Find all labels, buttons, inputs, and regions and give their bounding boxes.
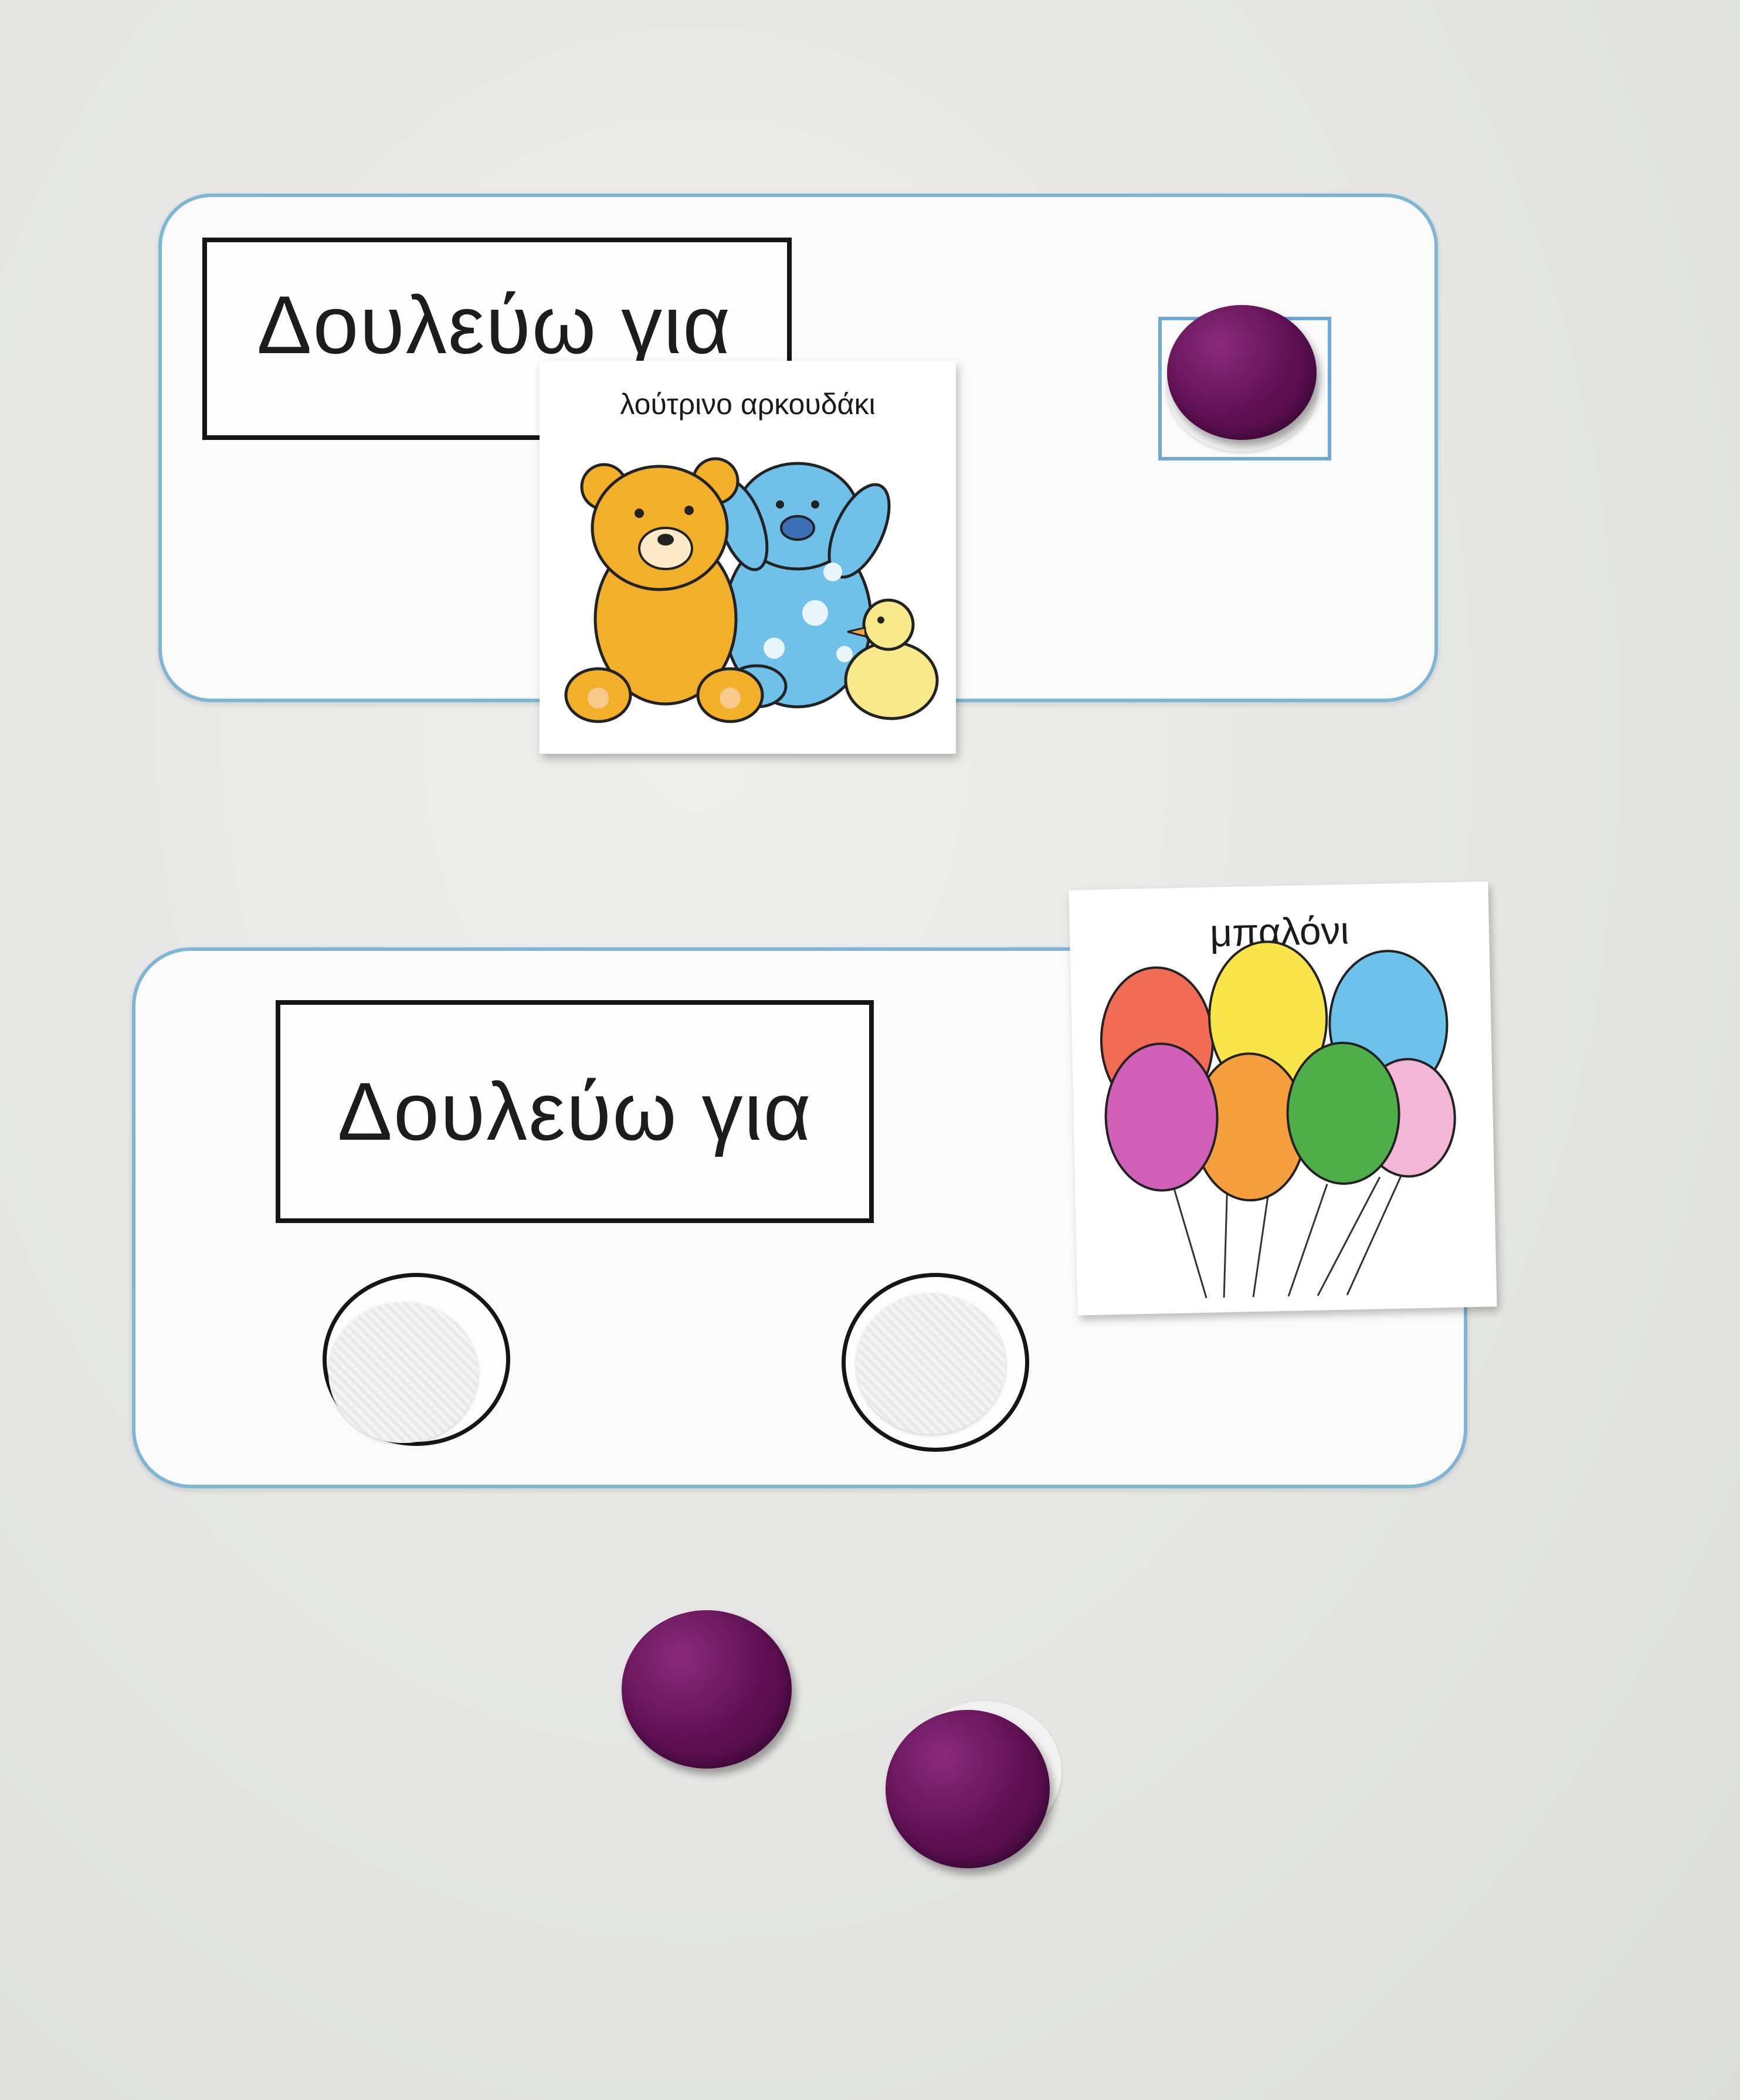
bottom-board-label: Δουλεύω για [337, 1065, 812, 1157]
velcro-dot-1 [328, 1302, 478, 1443]
balloons-icon [1100, 940, 1456, 1299]
loose-token-2[interactable] [886, 1710, 1050, 1868]
bottom-board-label-box: Δουλεύω για [276, 1000, 874, 1223]
top-board-token[interactable] [1167, 305, 1317, 440]
teddy-bear-icon [564, 457, 939, 723]
photo-scene: Δουλεύω για λούτρινο αρκουδάκι Δουλεύω γ… [0, 0, 1740, 2100]
reward-card-balloon[interactable]: μπαλόνι [1069, 881, 1497, 1316]
velcro-dot-2 [856, 1293, 1006, 1434]
loose-token-1[interactable] [622, 1610, 792, 1769]
reward-card-teddy[interactable]: λούτρινο αρκουδάκι [540, 361, 956, 754]
top-board-label: Δουλεύω για [257, 279, 732, 371]
